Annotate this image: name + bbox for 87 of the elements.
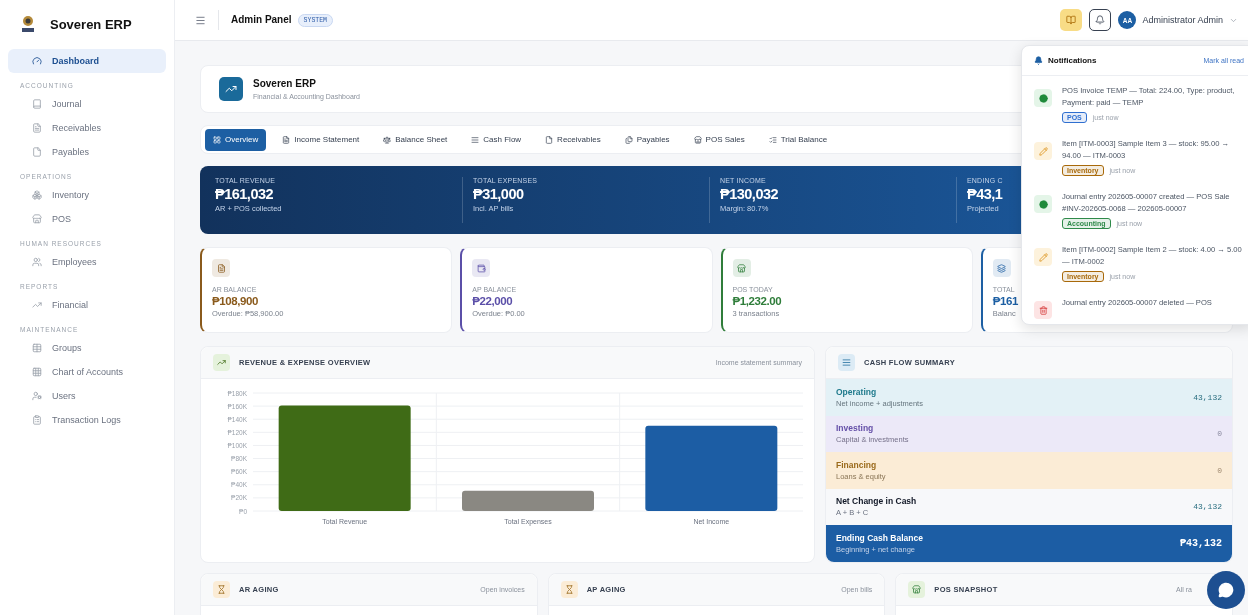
nav-icon [32, 367, 42, 377]
tab[interactable]: POS Sales [685, 128, 753, 151]
nav-item[interactable]: Financial [8, 293, 166, 317]
tab-icon [471, 135, 480, 144]
panel-icon [908, 580, 926, 598]
notification-icon [1034, 195, 1052, 213]
kpi-value: ₱161 [992, 295, 1018, 307]
kpi-icon [212, 259, 230, 277]
panel-icon [560, 580, 578, 598]
nav-item[interactable]: Dashboard [8, 49, 166, 73]
kpi-icon [732, 259, 751, 277]
row-label: Net Change in Cash [836, 496, 917, 507]
user-name: Administrator Admin [1142, 15, 1223, 25]
kpi-value: ₱108,900 [212, 295, 259, 307]
notification-icon [1034, 248, 1052, 266]
chart-icon [213, 354, 230, 371]
kpi-value: ₱1,232.00 [732, 295, 782, 307]
nav-item[interactable]: Users [8, 384, 166, 408]
tab[interactable]: Income Statement [274, 128, 368, 151]
row-label: Operating [836, 386, 878, 397]
tab-icon [383, 135, 392, 144]
kpi-icon [472, 259, 491, 277]
tab[interactable]: Balance Sheet [375, 128, 456, 151]
nav-icon [32, 190, 42, 200]
tab-icon [213, 135, 221, 144]
nav-item[interactable]: Inventory [8, 183, 166, 207]
notification-icon [1034, 142, 1052, 160]
notification-icon [1034, 301, 1052, 319]
row-label: Financing [836, 459, 878, 470]
tab[interactable]: Payables [616, 128, 678, 151]
tab-icon [545, 135, 554, 144]
tab[interactable]: Cash Flow [463, 128, 530, 151]
row-value: 43,132 [1193, 392, 1222, 402]
row-label: Ending Cash Balance [836, 532, 923, 543]
menu-icon[interactable] [195, 14, 206, 26]
notifications-button[interactable] [1089, 9, 1112, 31]
row-value: 0 [1217, 429, 1222, 439]
nav-icon [32, 214, 42, 224]
nav-item[interactable]: Journal [8, 92, 166, 116]
tab-icon [624, 135, 633, 144]
row-value: 0 [1217, 465, 1222, 475]
nav-item[interactable]: Chart of Accounts [8, 360, 166, 384]
tab-icon [693, 135, 702, 144]
nav-item[interactable]: Groups [8, 336, 166, 360]
chat-button[interactable] [1207, 571, 1245, 609]
tab[interactable]: Overview [205, 128, 267, 151]
kpi-value: ₱22,000 [472, 295, 513, 307]
nav-item[interactable]: Employees [8, 250, 166, 274]
stat-value: ₱31,000 [473, 186, 524, 202]
stat-value: ₱130,032 [720, 186, 779, 202]
nav-item[interactable]: Receivables [8, 116, 166, 140]
panel-title: Admin Panel [218, 10, 292, 30]
nav-icon [32, 343, 42, 353]
line-chart-icon [219, 77, 243, 101]
list-icon [838, 354, 855, 371]
nav-item[interactable]: Transaction Logs [8, 408, 166, 432]
row-value: ₱43,132 [1180, 537, 1222, 549]
nav-icon [32, 99, 42, 109]
kpi-icon [992, 259, 1011, 277]
page-title: Soveren ERP [253, 78, 317, 89]
nav-item[interactable]: Payables [8, 140, 166, 164]
nav-icon [32, 415, 42, 425]
chat-icon [1218, 582, 1234, 598]
row-value: 43,132 [1193, 502, 1222, 512]
nav-icon [32, 257, 42, 267]
crest-logo-icon [20, 15, 36, 33]
book-icon [1066, 15, 1077, 25]
panel-icon [213, 580, 230, 598]
notification-icon [1034, 89, 1052, 107]
stat-value: ₱43,1 [967, 186, 1003, 202]
nav-item[interactable]: POS [8, 207, 166, 231]
nav-icon [32, 300, 42, 310]
tab[interactable]: Receivables [537, 128, 609, 151]
stat-value: ₱161,032 [215, 186, 274, 202]
bell-icon [1034, 56, 1043, 65]
nav-icon [32, 56, 42, 66]
tab-icon [282, 135, 291, 144]
dropdown-title: Notifications [1048, 56, 1097, 65]
row-label: Investing [836, 423, 875, 434]
tab-icon [768, 135, 777, 144]
book-button[interactable] [1060, 9, 1083, 31]
bell-icon [1095, 15, 1106, 25]
nav-icon [32, 391, 42, 401]
nav-icon [32, 147, 42, 157]
brand-name: Soveren ERP [50, 16, 132, 32]
nav-icon [32, 123, 42, 133]
tab[interactable]: Trial Balance [760, 128, 836, 151]
